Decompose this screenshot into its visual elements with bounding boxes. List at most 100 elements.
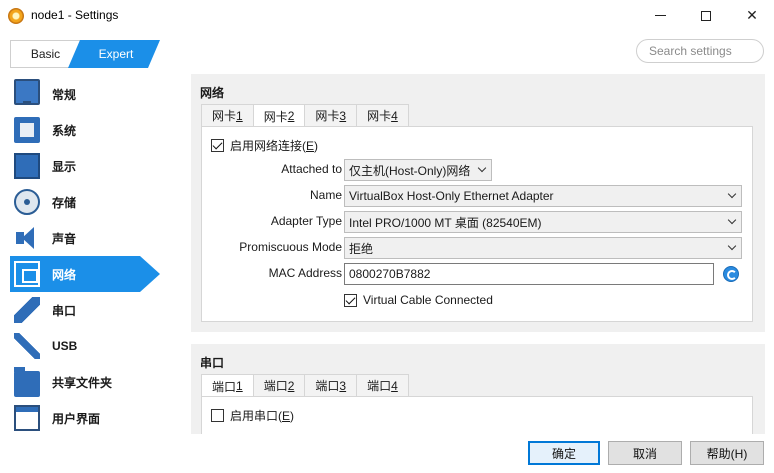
sidebar-item-general[interactable]: 常规 <box>10 76 160 112</box>
virtualbox-gear-icon <box>8 8 24 24</box>
sidebar-item-serial-ports[interactable]: 串口 <box>10 292 160 328</box>
expert-mode-button[interactable]: Expert <box>68 40 160 68</box>
promiscuous-mode-select[interactable]: 拒绝 <box>344 237 742 259</box>
chevron-down-icon <box>477 163 487 173</box>
attached-to-label: Attached to <box>281 162 342 176</box>
search-input[interactable] <box>649 44 759 58</box>
enable-adapter-label: 启用网络连接( <box>230 139 306 153</box>
adapter-type-label: Adapter Type <box>270 214 342 228</box>
tab-adapter-2[interactable]: 网卡 2 <box>252 104 306 127</box>
tab-port-3[interactable]: 端口 3 <box>304 374 358 396</box>
tab-number: 3 <box>339 378 347 393</box>
basic-mode-label: Basic <box>30 47 61 61</box>
close-button[interactable]: ✕ <box>729 0 774 31</box>
sidebar-item-system[interactable]: 系统 <box>10 112 160 148</box>
enable-port-suffix: ) <box>290 408 295 423</box>
sidebar-item-storage[interactable]: 存储 <box>10 184 160 220</box>
adapter-name-select[interactable]: VirtualBox Host-Only Ethernet Adapter <box>344 185 742 207</box>
search-box[interactable] <box>636 39 764 63</box>
minimize-button[interactable] <box>637 0 683 31</box>
sidebar-item-label: 显示 <box>52 159 77 174</box>
refresh-mac-icon[interactable] <box>723 266 739 282</box>
network-section: 网络 网卡 1 网卡 2 网卡 3 网卡 4 启用网络连接(E) Attache… <box>191 74 765 332</box>
tab-port-1[interactable]: 端口 1 <box>201 374 254 397</box>
port-tabs: 端口 1 端口 2 端口 3 端口 4 <box>201 374 409 397</box>
tab-label: 网卡 <box>212 109 237 123</box>
adapter-tabs: 网卡 1 网卡 2 网卡 3 网卡 4 <box>201 104 409 127</box>
promiscuous-mode-label: Promiscuous Mode <box>239 240 342 254</box>
sidebar-item-display[interactable]: 显示 <box>10 148 160 184</box>
sidebar-item-label: 存储 <box>52 195 77 210</box>
port-panel: 启用串口(E) <box>201 396 753 434</box>
enable-adapter-checkbox[interactable]: 启用网络连接(E) <box>211 137 318 154</box>
maximize-button[interactable] <box>683 0 729 31</box>
mac-address-input[interactable]: 0800270B7882 <box>344 263 714 285</box>
tab-number: 2 <box>287 109 295 123</box>
tab-label: 端口 <box>367 379 392 393</box>
ok-label: 确定 <box>551 446 576 461</box>
tab-port-4[interactable]: 端口 4 <box>356 374 409 396</box>
sidebar-item-label: 串口 <box>52 303 77 318</box>
attached-to-select[interactable]: 仅主机(Host-Only)网络 <box>344 159 492 181</box>
mode-switch: Basic Expert <box>10 40 160 68</box>
mac-address-label: MAC Address <box>268 266 342 280</box>
expert-mode-label: Expert <box>98 47 134 61</box>
display-icon <box>14 153 40 179</box>
checkbox-box[interactable] <box>211 409 224 422</box>
enable-port-key: E <box>282 408 291 423</box>
tab-label: 端口 <box>263 379 288 393</box>
monitor-icon <box>14 79 40 105</box>
promiscuous-mode-value: 拒绝 <box>349 241 374 256</box>
chevron-down-icon <box>727 189 737 199</box>
checkbox-box[interactable] <box>211 139 224 152</box>
tab-label: 端口 <box>212 379 237 394</box>
cancel-button[interactable]: 取消 <box>608 441 682 465</box>
tab-adapter-3[interactable]: 网卡 3 <box>304 104 358 126</box>
tab-adapter-1[interactable]: 网卡 1 <box>201 104 254 126</box>
section-title: 串口 <box>200 356 225 370</box>
chip-icon <box>14 117 40 143</box>
window-icon <box>14 405 40 431</box>
basic-mode-button[interactable]: Basic <box>10 40 80 68</box>
dialog-footer: 确定 取消 帮助(H) <box>0 434 774 473</box>
close-icon: ✕ <box>746 7 758 23</box>
sidebar-item-label: 系统 <box>52 123 77 138</box>
sidebar-item-label: 声音 <box>52 231 77 246</box>
network-icon <box>14 261 40 287</box>
adapter-type-select[interactable]: Intel PRO/1000 MT 桌面 (82540EM) <box>344 211 742 233</box>
name-label: Name <box>309 188 342 202</box>
sidebar-item-label: 共享文件夹 <box>52 375 113 390</box>
adapter-panel: 启用网络连接(E) Attached to 仅主机(Host-Only)网络 N… <box>201 126 753 322</box>
help-label: 帮助(H) <box>706 446 748 461</box>
minimize-icon <box>654 15 666 16</box>
window-title: node1 - Settings <box>31 8 119 22</box>
serial-section: 串口 端口 1 端口 2 端口 3 端口 4 启用串口(E) <box>191 344 765 434</box>
tab-number: 1 <box>236 379 243 393</box>
tab-label: 网卡 <box>367 109 392 123</box>
tab-label: 网卡 <box>263 109 288 124</box>
chevron-down-icon <box>727 215 737 225</box>
sidebar-item-network[interactable]: 网络 <box>10 256 160 292</box>
tab-number: 1 <box>236 108 243 123</box>
cable-connected-checkbox[interactable]: Virtual Cable Connected <box>344 293 493 307</box>
sidebar-item-user-interface[interactable]: 用户界面 <box>10 400 160 436</box>
sidebar-item-shared-folders[interactable]: 共享文件夹 <box>10 364 160 400</box>
adapter-type-value: Intel PRO/1000 MT 桌面 (82540EM) <box>349 215 542 230</box>
checkbox-box[interactable] <box>344 293 357 307</box>
cable-connected-label: Virtual Cable Connected <box>363 293 493 307</box>
sidebar-item-usb[interactable]: USB <box>10 328 160 364</box>
sidebar-item-audio[interactable]: 声音 <box>10 220 160 256</box>
folder-icon <box>14 366 40 397</box>
speaker-icon <box>14 225 40 251</box>
mac-address-value: 0800270B7882 <box>349 267 431 281</box>
tab-label: 网卡 <box>315 109 340 123</box>
tab-port-2[interactable]: 端口 2 <box>252 374 306 396</box>
chevron-down-icon <box>727 241 737 251</box>
usb-icon <box>14 333 40 359</box>
tab-adapter-4[interactable]: 网卡 4 <box>356 104 409 126</box>
sidebar-item-label: 网络 <box>52 267 77 282</box>
help-button[interactable]: 帮助(H) <box>690 441 764 465</box>
sidebar-item-label: 用户界面 <box>52 411 101 426</box>
enable-port-checkbox[interactable]: 启用串口(E) <box>211 407 294 424</box>
ok-button[interactable]: 确定 <box>528 441 600 465</box>
